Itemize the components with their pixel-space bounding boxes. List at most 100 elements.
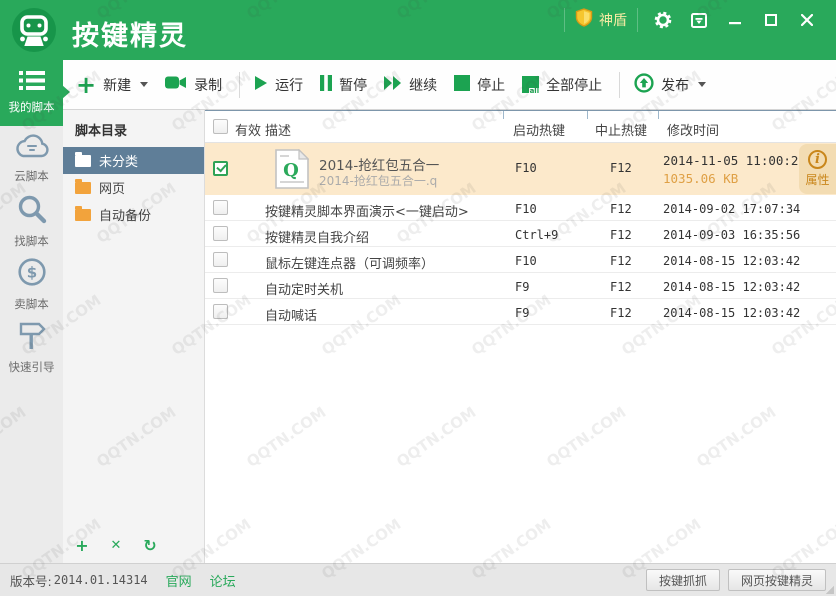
modified-time: 2014-08-15 12:03:42: [663, 306, 800, 320]
main-toolbar: + 新建 录制 运行 暂停: [63, 60, 836, 110]
col-stop-hotkey[interactable]: 中止热键: [595, 120, 647, 139]
folder-panel-toolbar: + ✕ ↻: [73, 536, 159, 555]
fast-forward-icon: [384, 75, 402, 95]
close-button[interactable]: [792, 8, 822, 32]
titlebar-divider: [637, 8, 638, 32]
table-header: 有效 描述 启动热键 中止热键 修改时间: [205, 110, 836, 143]
official-site-link[interactable]: 官网: [166, 571, 192, 590]
sidebar-item-sell-scripts[interactable]: $ 卖脚本: [0, 253, 63, 315]
sidebar-item-cloud-scripts[interactable]: 云脚本: [0, 127, 63, 189]
stop-hotkey: F12: [610, 161, 632, 175]
continue-button[interactable]: 继续: [384, 75, 437, 95]
version-value: 2014.01.14314: [54, 573, 148, 587]
row-checkbox[interactable]: [213, 252, 228, 267]
maximize-button[interactable]: [756, 8, 786, 32]
sidebar-item-label: 找脚本: [14, 233, 49, 249]
pause-icon: [320, 75, 332, 95]
publish-upload-icon: [634, 73, 654, 97]
shield-label: 神盾: [599, 10, 627, 30]
forum-link[interactable]: 论坛: [210, 571, 236, 590]
sidebar-item-find-scripts[interactable]: 找脚本: [0, 190, 63, 252]
table-row[interactable]: 自动定时关机 F9 F12 2014-08-15 12:03:42: [205, 273, 836, 299]
add-folder-button[interactable]: +: [73, 536, 91, 555]
toolbar-divider: [619, 72, 620, 98]
col-description[interactable]: 描述: [265, 120, 291, 139]
script-title: 按键精灵脚本界面演示<一键启动>: [265, 201, 469, 220]
play-icon: [254, 75, 268, 95]
panel-title: 脚本目录: [63, 110, 204, 147]
minimize-button[interactable]: [720, 8, 750, 32]
column-divider: [658, 111, 659, 119]
folder-label: 自动备份: [99, 205, 151, 224]
row-checkbox[interactable]: [213, 278, 228, 293]
settings-gear-icon[interactable]: [648, 8, 678, 32]
record-button[interactable]: 录制: [165, 75, 222, 95]
column-divider: [503, 111, 504, 119]
table-row[interactable]: 按键精灵脚本界面演示<一键启动> F10 F12 2014-09-02 17:0…: [205, 195, 836, 221]
table-row[interactable]: 自动喊话 F9 F12 2014-08-15 12:03:42: [205, 299, 836, 325]
modified-time: 2014-08-15 12:03:42: [663, 280, 800, 294]
sidebar-item-quick-guide[interactable]: 快速引导: [0, 316, 63, 378]
plus-icon: +: [76, 75, 96, 95]
script-table: 有效 描述 启动热键 中止热键 修改时间 Q 2014-抢红包五合一: [205, 110, 836, 563]
table-row[interactable]: 鼠标左键连点器（可调频率） F10 F12 2014-08-15 12:03:4…: [205, 247, 836, 273]
col-valid[interactable]: 有效: [235, 120, 261, 139]
folder-icon: [75, 209, 91, 221]
stop-button[interactable]: 停止: [454, 75, 505, 95]
col-modified[interactable]: 修改时间: [667, 120, 719, 139]
row-checkbox[interactable]: [213, 161, 228, 176]
start-hotkey: F10: [515, 254, 537, 268]
row-checkbox[interactable]: [213, 200, 228, 215]
chevron-down-icon: [140, 82, 148, 87]
folder-item-uncategorized[interactable]: 未分类: [63, 147, 204, 174]
search-icon: [17, 194, 47, 227]
modified-time: 2014-08-15 12:03:42: [663, 254, 800, 268]
tray-hide-icon[interactable]: [684, 8, 714, 32]
folder-label: 未分类: [99, 151, 138, 170]
app-title: 按键精灵: [72, 14, 188, 53]
resize-grip[interactable]: [826, 586, 834, 594]
publish-button[interactable]: 发布: [634, 73, 706, 97]
chevron-down-icon: [698, 82, 706, 87]
run-button[interactable]: 运行: [254, 75, 303, 95]
list-icon: [19, 71, 45, 93]
web-qmacro-button[interactable]: 网页按键精灵: [728, 569, 826, 591]
script-title: 自动定时关机: [265, 279, 343, 298]
row-checkbox[interactable]: [213, 226, 228, 241]
delete-folder-button[interactable]: ✕: [107, 538, 125, 553]
properties-label: 属性: [805, 171, 829, 188]
toolbar-divider: [239, 72, 240, 98]
svg-text:$: $: [26, 263, 36, 281]
script-directory-panel: 脚本目录 未分类 网页 自动备份 + ✕ ↻: [63, 110, 205, 563]
shield-badge[interactable]: 神盾: [575, 8, 627, 32]
button-grab-tool[interactable]: 按键抓抓: [646, 569, 720, 591]
new-script-button[interactable]: + 新建: [76, 75, 148, 95]
col-start-hotkey[interactable]: 启动热键: [513, 120, 565, 139]
sidebar-item-my-scripts[interactable]: 我的脚本: [0, 60, 63, 126]
svg-text:Q: Q: [283, 160, 299, 181]
stop-all-icon: all: [522, 76, 539, 93]
modified-time: 2014-09-02 17:07:34: [663, 202, 800, 216]
start-hotkey: Ctrl+9: [515, 228, 558, 242]
table-row[interactable]: 按键精灵自我介绍 Ctrl+9 F12 2014-09-03 16:35:56: [205, 221, 836, 247]
stop-hotkey: F12: [610, 202, 632, 216]
start-hotkey: F10: [515, 161, 537, 175]
shield-icon: [575, 8, 593, 32]
folder-icon: [75, 182, 91, 194]
refresh-button[interactable]: ↻: [141, 536, 159, 555]
script-file-icon: Q: [275, 149, 309, 193]
stop-all-button[interactable]: all 全部停止: [522, 75, 602, 95]
folder-item-web[interactable]: 网页: [63, 174, 204, 201]
version-label: 版本号:: [10, 571, 52, 590]
cloud-icon: [13, 133, 51, 162]
folder-item-autobackup[interactable]: 自动备份: [63, 201, 204, 228]
app-logo-robot-icon: [12, 8, 56, 52]
row-checkbox[interactable]: [213, 304, 228, 319]
script-title: 2014-抢红包五合一: [319, 154, 439, 174]
properties-button[interactable]: i 属性: [799, 144, 836, 194]
table-row-selected[interactable]: Q 2014-抢红包五合一 2014-抢红包五合一.q F10 F12 2014…: [205, 143, 836, 195]
pause-button[interactable]: 暂停: [320, 75, 367, 95]
titlebar-divider: [564, 8, 565, 32]
select-all-checkbox[interactable]: [213, 119, 228, 134]
sidebar-item-label: 我的脚本: [9, 99, 55, 115]
